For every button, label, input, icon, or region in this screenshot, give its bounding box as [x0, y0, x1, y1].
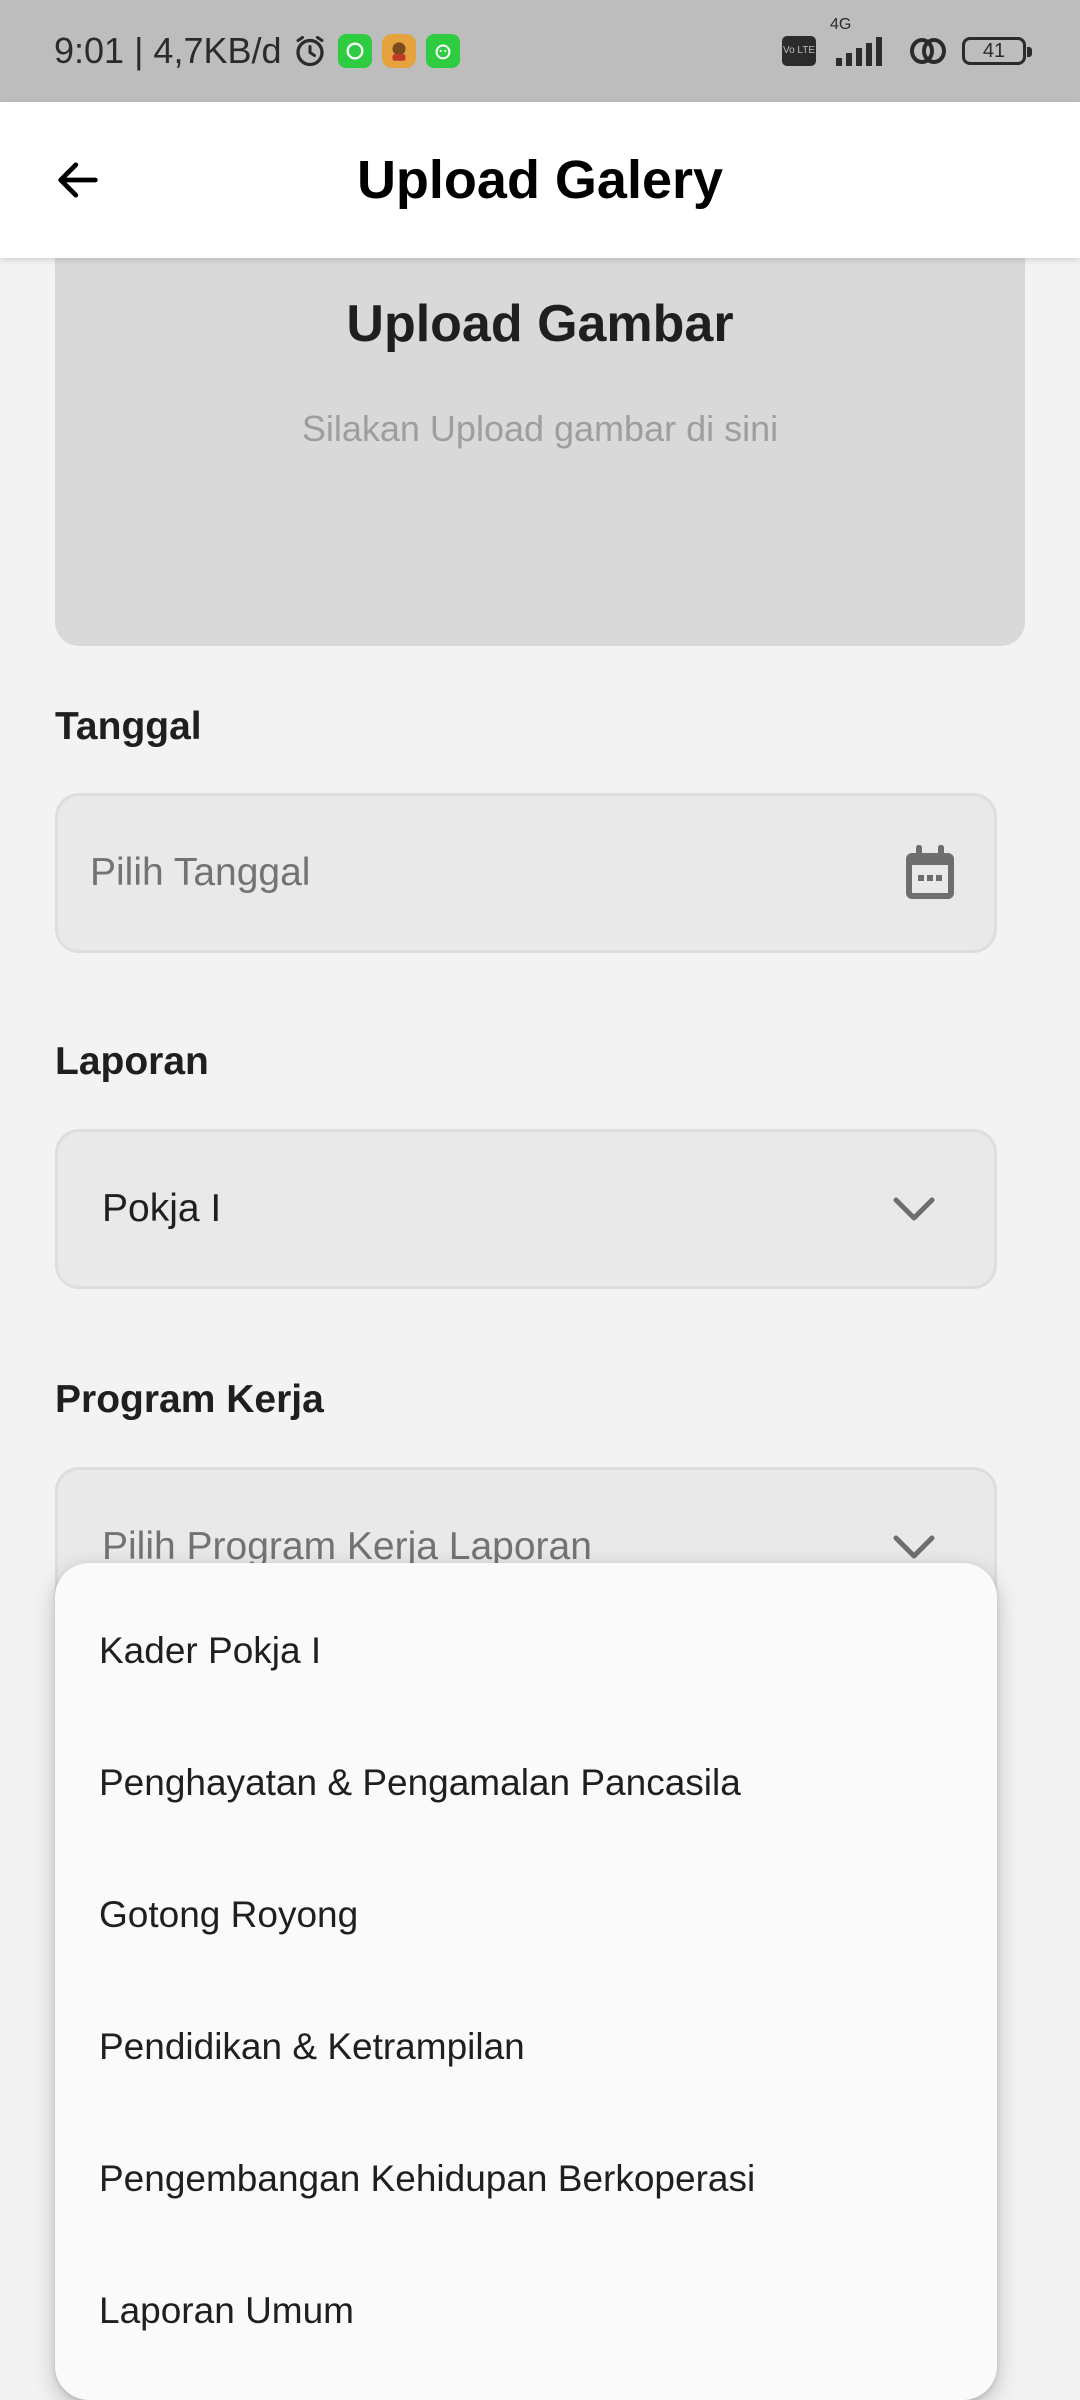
calendar-icon[interactable] — [902, 843, 958, 903]
upload-title: Upload Gambar — [346, 295, 734, 353]
link-icon — [908, 34, 948, 68]
cat-app-icon — [425, 34, 460, 68]
dropdown-option-laporan-umum[interactable]: Laporan Umum — [55, 2245, 997, 2377]
alarm-icon — [292, 33, 328, 69]
laporan-label: Laporan — [55, 1040, 209, 1083]
chevron-down-icon — [892, 1533, 936, 1561]
tanggal-date-field[interactable]: Pilih Tanggal — [55, 793, 997, 953]
laporan-selected-value: Pokja I — [102, 1187, 222, 1230]
program-kerja-label: Program Kerja — [55, 1378, 324, 1421]
dropdown-option-kader-pokja-i[interactable]: Kader Pokja I — [55, 1585, 997, 1717]
volte-label: Vo LTE — [782, 45, 816, 56]
dropdown-option-pendidikan-ketrampilan[interactable]: Pendidikan & Ketrampilan — [55, 1981, 997, 2113]
battery-icon: 41 — [962, 37, 1032, 65]
status-bar-right: Vo LTE 4G 41 — [782, 16, 1032, 68]
arrow-left-icon — [58, 162, 98, 198]
upload-subtitle: Silakan Upload gambar di sini — [301, 408, 779, 449]
status-time-speed: 9:01 | 4,7KB/d — [54, 30, 282, 71]
dropdown-option-gotong-royong[interactable]: Gotong Royong — [55, 1849, 997, 1981]
dropdown-option-penghayatan-pengamalan-pancasila[interactable]: Penghayatan & Pengamalan Pancasila — [55, 1717, 997, 1849]
dropdown-option-pengembangan-kehidupan-berkoperasi[interactable]: Pengembangan Kehidupan Berkoperasi — [55, 2113, 997, 2245]
tanggal-placeholder: Pilih Tanggal — [90, 851, 311, 894]
notification-app-icon — [337, 34, 372, 68]
chevron-down-icon — [892, 1195, 936, 1223]
status-bar-left: 9:01 | 4,7KB/d — [54, 30, 460, 72]
signal-icon: 4G — [830, 16, 894, 68]
app-bar: Upload Galery — [0, 102, 1080, 258]
page-title: Upload Galery — [356, 150, 724, 210]
upload-image-area[interactable]: Upload Gambar Silakan Upload gambar di s… — [55, 258, 1025, 646]
volte-icon: Vo LTE — [782, 36, 816, 66]
game-app-icon — [381, 34, 416, 68]
laporan-select[interactable]: Pokja I — [55, 1129, 997, 1289]
network-type-label: 4G — [830, 16, 852, 33]
status-bar: 9:01 | 4,7KB/d Vo LTE 4G 41 — [0, 0, 1080, 102]
tanggal-label: Tanggal — [55, 705, 202, 748]
back-button[interactable] — [40, 142, 116, 218]
program-kerja-dropdown-menu: Kader Pokja I Penghayatan & Pengamalan P… — [55, 1563, 997, 2400]
battery-level: 41 — [982, 39, 1006, 62]
